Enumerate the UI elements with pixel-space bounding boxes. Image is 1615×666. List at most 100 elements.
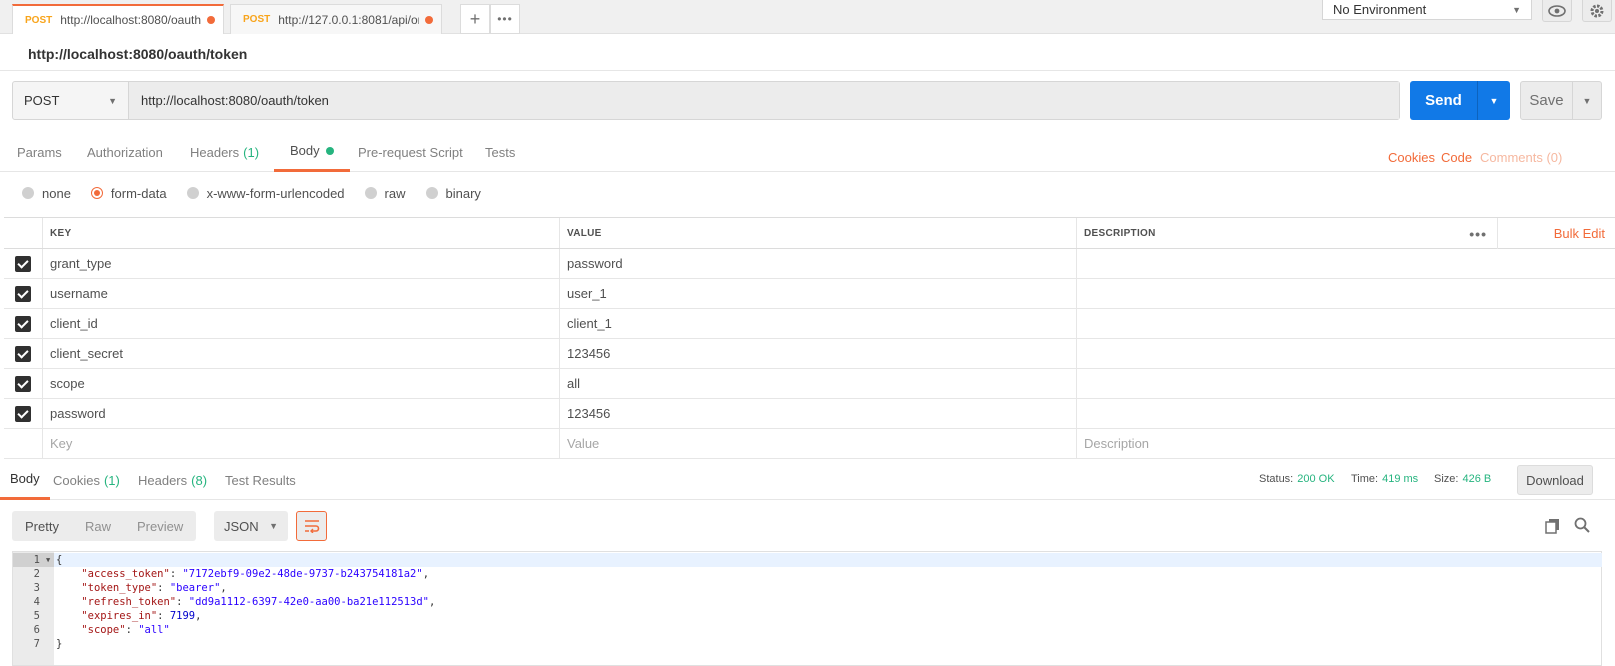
key-field[interactable]: password — [43, 399, 560, 428]
line-number: 7 — [33, 638, 40, 650]
send-options-button[interactable]: ▼ — [1478, 81, 1510, 120]
bulk-edit-link[interactable]: Bulk Edit — [1554, 218, 1605, 249]
column-header-description-label: DESCRIPTION — [1084, 227, 1156, 239]
json-string: "all" — [138, 624, 170, 636]
row-checkbox[interactable] — [4, 339, 43, 368]
code-text: } — [56, 638, 63, 650]
tab-authorization[interactable]: Authorization — [87, 132, 163, 172]
comments-link[interactable]: Comments (0) — [1480, 150, 1562, 165]
unsaved-dot-icon — [425, 15, 433, 24]
request-tab-oauth-token[interactable]: POST http://localhost:8080/oauth/tok — [12, 4, 224, 34]
send-button[interactable]: Send — [1410, 81, 1478, 120]
body-type-raw[interactable]: raw — [364, 186, 406, 201]
format-raw[interactable]: Raw — [71, 511, 124, 541]
key-field[interactable]: grant_type — [43, 249, 560, 278]
response-tab-headers[interactable]: Headers (8) — [138, 460, 207, 500]
headers-count: (8) — [191, 472, 208, 488]
status-dot-icon — [325, 146, 334, 155]
request-tab-bar: POST http://localhost:8080/oauth/tok POS… — [0, 0, 1615, 34]
value-field[interactable]: 123456 — [560, 399, 1077, 428]
response-tab-cookies-label: Cookies — [53, 472, 100, 488]
cookies-link[interactable]: Cookies — [1388, 150, 1435, 165]
wrap-lines-button[interactable] — [296, 511, 327, 541]
response-tab-cookies[interactable]: Cookies (1) — [53, 460, 120, 500]
url-input[interactable]: http://localhost:8080/oauth/token — [129, 82, 1399, 119]
table-row: client_secret 123456 — [4, 339, 1615, 369]
description-field[interactable] — [1077, 399, 1615, 428]
description-field[interactable] — [1077, 309, 1615, 338]
json-key: "refresh_token" — [81, 596, 177, 608]
radio-selected-icon — [90, 187, 103, 199]
checkbox-checked-icon — [15, 375, 31, 392]
method-select[interactable]: POST ▼ — [13, 82, 129, 119]
new-description-input[interactable]: Description — [1077, 429, 1615, 458]
chevron-down-icon: ▼ — [1489, 95, 1499, 106]
row-checkbox-placeholder — [4, 429, 43, 458]
tab-params[interactable]: Params — [17, 132, 62, 172]
environment-value: No Environment — [1333, 2, 1427, 17]
body-type-binary[interactable]: binary — [425, 186, 481, 201]
row-checkbox[interactable] — [4, 369, 43, 398]
fold-arrow-icon[interactable]: ▼ — [46, 553, 50, 567]
response-tab-test-results[interactable]: Test Results — [225, 460, 296, 500]
row-checkbox[interactable] — [4, 279, 43, 308]
save-button[interactable]: Save — [1521, 82, 1573, 119]
key-field[interactable]: client_secret — [43, 339, 560, 368]
description-field[interactable] — [1077, 249, 1615, 278]
body-type-form-data[interactable]: form-data — [90, 186, 167, 201]
body-type-urlencoded[interactable]: x-www-form-urlencoded — [186, 185, 345, 201]
line-number: 2 — [33, 568, 40, 580]
language-select[interactable]: JSON ▼ — [214, 511, 288, 541]
download-button[interactable]: Download — [1517, 465, 1593, 495]
new-value-input[interactable]: Value — [560, 429, 1077, 458]
key-field[interactable]: username — [43, 279, 560, 308]
environment-settings-button[interactable] — [1582, 0, 1612, 22]
time-label: Time: — [1351, 473, 1379, 485]
environment-quick-look-button[interactable] — [1542, 0, 1572, 22]
copy-icon[interactable] — [1545, 518, 1561, 534]
description-field[interactable] — [1077, 279, 1615, 308]
tab-options-button[interactable]: ••• — [490, 4, 520, 34]
value-field[interactable]: user_1 — [560, 279, 1077, 308]
value-field[interactable]: password — [560, 249, 1077, 278]
tab-headers[interactable]: Headers (1) — [190, 132, 259, 172]
description-field[interactable] — [1077, 369, 1615, 398]
row-checkbox[interactable] — [4, 309, 43, 338]
line-number: 3 — [33, 582, 40, 594]
tab-pre-request-script[interactable]: Pre-request Script — [358, 132, 463, 172]
method-value: POST — [24, 93, 60, 108]
new-key-input[interactable]: Key — [43, 429, 560, 458]
environment-select[interactable]: No Environment ▼ — [1322, 0, 1532, 20]
new-tab-button[interactable]: + — [460, 4, 490, 34]
key-field[interactable]: scope — [43, 369, 560, 398]
request-tab-api-order[interactable]: POST http://127.0.0.1:8081/api/order. — [230, 4, 442, 34]
radio-label: x-www-form-urlencoded — [206, 185, 345, 201]
row-checkbox[interactable] — [4, 399, 43, 428]
body-type-none[interactable]: none — [22, 186, 71, 201]
response-size: Size: 426 B — [1434, 473, 1491, 485]
save-options-button[interactable]: ▼ — [1573, 82, 1601, 119]
row-checkbox[interactable] — [4, 249, 43, 278]
format-pretty[interactable]: Pretty — [12, 511, 72, 541]
tab-tests[interactable]: Tests — [485, 132, 515, 172]
format-preview[interactable]: Preview — [123, 511, 197, 541]
response-tab-body[interactable]: Body — [0, 460, 50, 500]
code-link[interactable]: Code — [1441, 150, 1472, 165]
value-field[interactable]: client_1 — [560, 309, 1077, 338]
checkbox-checked-icon — [15, 345, 31, 362]
value-field[interactable]: all — [560, 369, 1077, 398]
response-body-editor[interactable]: 1 ▼ { 2 "access_token": "7172ebf9-09e2-4… — [12, 551, 1602, 666]
cookies-count: (1) — [103, 472, 120, 488]
radio-icon — [364, 187, 377, 199]
json-string: "7172ebf9-09e2-48de-9737-b243754181a2" — [182, 568, 423, 580]
search-icon[interactable] — [1574, 517, 1590, 533]
description-field[interactable] — [1077, 339, 1615, 368]
tab-body[interactable]: Body — [274, 132, 350, 172]
table-row: scope all — [4, 369, 1615, 399]
request-name: http://localhost:8080/oauth/token — [28, 46, 248, 62]
key-field[interactable]: client_id — [43, 309, 560, 338]
table-row: password 123456 — [4, 399, 1615, 429]
value-field[interactable]: 123456 — [560, 339, 1077, 368]
more-icon[interactable]: ••• — [1469, 218, 1498, 249]
gear-icon — [1590, 4, 1604, 17]
